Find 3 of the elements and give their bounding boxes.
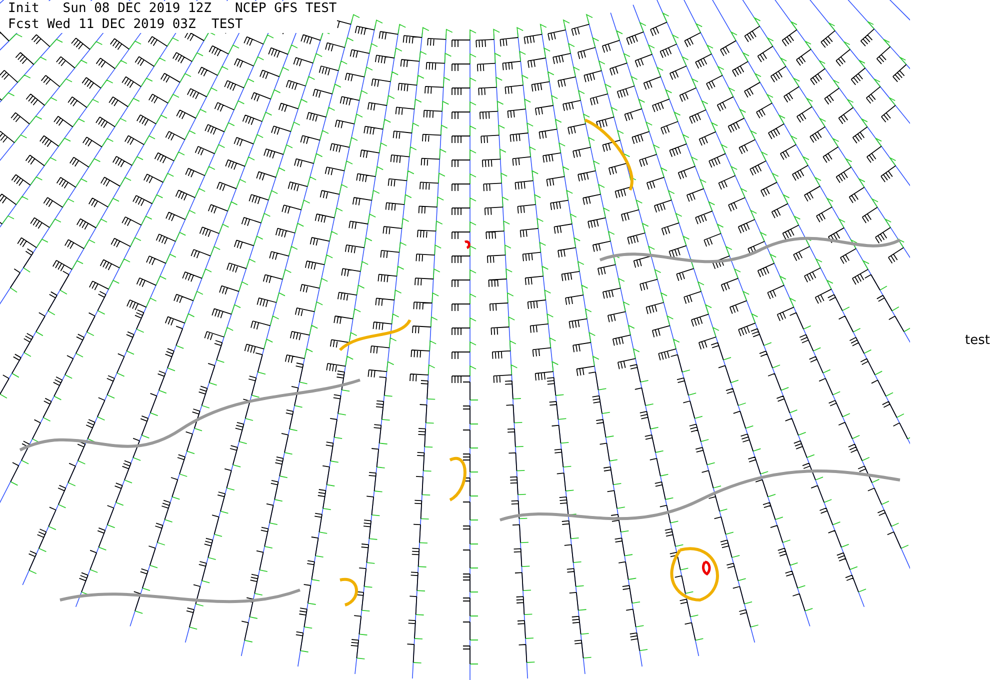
side-label: test (965, 332, 990, 348)
header-text: Init Sun 08 DEC 2019 12Z NCEP GFS TEST (8, 1, 337, 17)
header-text: Fcst Wed 11 DEC 2019 03Z TEST (8, 17, 337, 33)
